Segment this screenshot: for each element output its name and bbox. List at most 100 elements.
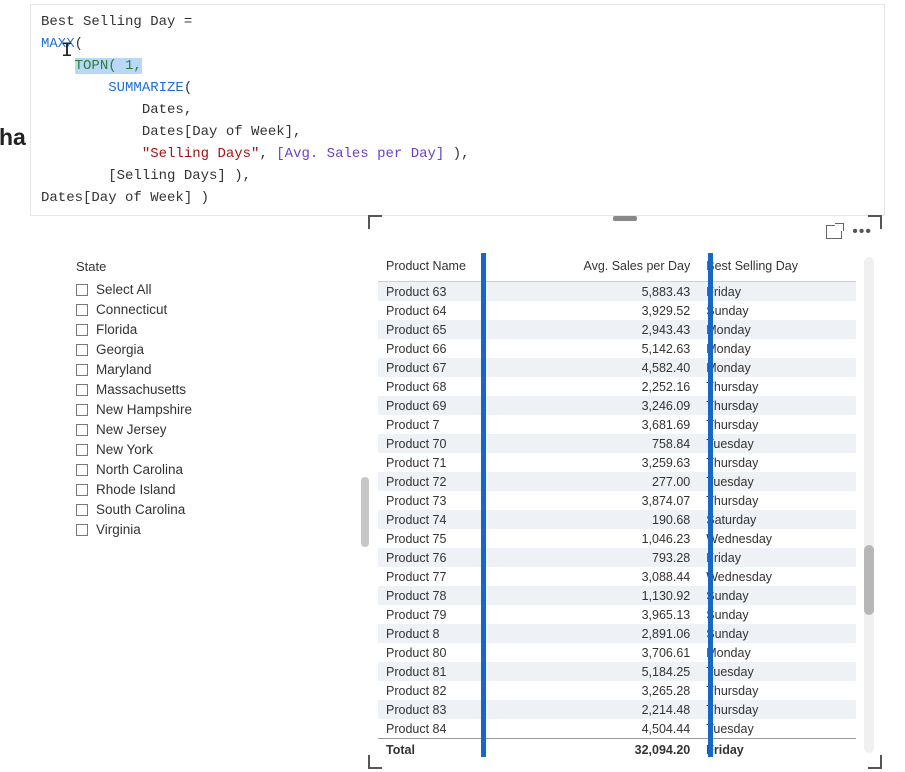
- cell-avg-sales: 4,504.44: [518, 719, 698, 739]
- checkbox-icon[interactable]: [76, 284, 88, 296]
- table-row[interactable]: Product 781,130.92Sunday: [378, 586, 856, 605]
- cell-avg-sales: 277.00: [518, 472, 698, 491]
- total-day: Friday: [698, 739, 856, 758]
- cell-avg-sales: 2,252.16: [518, 377, 698, 396]
- table-row[interactable]: Product 713,259.63Thursday: [378, 453, 856, 472]
- table-row[interactable]: Product 665,142.63Monday: [378, 339, 856, 358]
- cell-avg-sales: 3,681.69: [518, 415, 698, 434]
- table-row[interactable]: Product 693,246.09Thursday: [378, 396, 856, 415]
- slicer-item[interactable]: Maryland: [76, 360, 276, 380]
- dax-summarize: SUMMARIZE: [108, 80, 184, 96]
- slicer-item[interactable]: Virginia: [76, 520, 276, 540]
- table-row[interactable]: Product 823,265.28Thursday: [378, 681, 856, 700]
- cell-product: Product 68: [378, 377, 518, 396]
- slicer-item[interactable]: Georgia: [76, 340, 276, 360]
- table-row[interactable]: Product 652,943.43Monday: [378, 320, 856, 339]
- formula-bar[interactable]: Best Selling Day = MAXX( TOPN( 1, SUMMAR…: [30, 4, 885, 216]
- slicer-item[interactable]: Select All: [76, 280, 276, 300]
- focus-mode-icon[interactable]: [826, 225, 842, 239]
- col-header-best-day[interactable]: Best Selling Day: [698, 253, 856, 282]
- checkbox-icon[interactable]: [76, 524, 88, 536]
- slicer-item-label: Connecticut: [96, 302, 167, 317]
- resize-handle-br[interactable]: [868, 755, 882, 769]
- slicer-item-label: Select All: [96, 282, 152, 297]
- visual-scrollbar-thumb[interactable]: [864, 545, 874, 615]
- slicer-item-label: Rhode Island: [96, 482, 176, 497]
- resize-handle-bl[interactable]: [368, 755, 382, 769]
- cell-avg-sales: 758.84: [518, 434, 698, 453]
- checkbox-icon[interactable]: [76, 344, 88, 356]
- cell-best-day: Thursday: [698, 491, 856, 510]
- checkbox-icon[interactable]: [76, 484, 88, 496]
- col-header-avg-sales[interactable]: Avg. Sales per Day: [518, 253, 698, 282]
- drag-handle[interactable]: [613, 216, 637, 221]
- table-row[interactable]: Product 643,929.52Sunday: [378, 301, 856, 320]
- cell-product: Product 74: [378, 510, 518, 529]
- table-row[interactable]: Product 773,088.44Wednesday: [378, 567, 856, 586]
- slicer-item[interactable]: Connecticut: [76, 300, 276, 320]
- total-value: 32,094.20: [518, 739, 698, 758]
- table-row[interactable]: Product 751,046.23Wednesday: [378, 529, 856, 548]
- cell-best-day: Sunday: [698, 586, 856, 605]
- cell-product: Product 79: [378, 605, 518, 624]
- checkbox-icon[interactable]: [76, 404, 88, 416]
- table-row[interactable]: Product 832,214.48Thursday: [378, 700, 856, 719]
- table-row[interactable]: Product 72277.00Tuesday: [378, 472, 856, 491]
- state-slicer[interactable]: State Select AllConnecticutFloridaGeorgi…: [76, 259, 276, 540]
- checkbox-icon[interactable]: [76, 464, 88, 476]
- table-row[interactable]: Product 844,504.44Tuesday: [378, 719, 856, 739]
- table-row[interactable]: Product 733,874.07Thursday: [378, 491, 856, 510]
- checkbox-icon[interactable]: [76, 324, 88, 336]
- cell-avg-sales: 190.68: [518, 510, 698, 529]
- slicer-item[interactable]: North Carolina: [76, 460, 276, 480]
- table-row[interactable]: Product 815,184.25Tuesday: [378, 662, 856, 681]
- table-visual[interactable]: ••• Product Name Avg. Sales per Day Best…: [370, 217, 880, 767]
- slicer-item[interactable]: Massachusetts: [76, 380, 276, 400]
- checkbox-icon[interactable]: [76, 504, 88, 516]
- checkbox-icon[interactable]: [76, 364, 88, 376]
- cell-best-day: Monday: [698, 320, 856, 339]
- cell-product: Product 76: [378, 548, 518, 567]
- slicer-item[interactable]: New Jersey: [76, 420, 276, 440]
- cell-avg-sales: 2,891.06: [518, 624, 698, 643]
- slicer-item[interactable]: Florida: [76, 320, 276, 340]
- slicer-item[interactable]: New Hampshire: [76, 400, 276, 420]
- table-row[interactable]: Product 635,883.43Friday: [378, 282, 856, 302]
- table-row[interactable]: Product 74190.68Saturday: [378, 510, 856, 529]
- table-row[interactable]: Product 76793.28Friday: [378, 548, 856, 567]
- formula-text: Best Selling Day = MAXX( TOPN( 1, SUMMAR…: [41, 14, 470, 206]
- checkbox-icon[interactable]: [76, 424, 88, 436]
- slicer-item[interactable]: New York: [76, 440, 276, 460]
- data-table[interactable]: Product Name Avg. Sales per Day Best Sel…: [378, 253, 856, 757]
- visual-scrollbar[interactable]: [864, 257, 874, 753]
- table-row[interactable]: Product 793,965.13Sunday: [378, 605, 856, 624]
- table-row[interactable]: Product 674,582.40Monday: [378, 358, 856, 377]
- table-row[interactable]: Product 803,706.61Monday: [378, 643, 856, 662]
- col-header-product[interactable]: Product Name: [378, 253, 518, 282]
- checkbox-icon[interactable]: [76, 444, 88, 456]
- checkbox-icon[interactable]: [76, 384, 88, 396]
- cell-product: Product 81: [378, 662, 518, 681]
- cell-best-day: Tuesday: [698, 472, 856, 491]
- table-row[interactable]: Product 73,681.69Thursday: [378, 415, 856, 434]
- cell-avg-sales: 2,214.48: [518, 700, 698, 719]
- cell-best-day: Sunday: [698, 605, 856, 624]
- cell-avg-sales: 1,130.92: [518, 586, 698, 605]
- cropped-heading: ha: [0, 124, 26, 151]
- slicer-item-label: North Carolina: [96, 462, 183, 477]
- cell-product: Product 69: [378, 396, 518, 415]
- table-row[interactable]: Product 70758.84Tuesday: [378, 434, 856, 453]
- slicer-item-label: South Carolina: [96, 502, 185, 517]
- more-options-icon[interactable]: •••: [852, 225, 872, 239]
- slicer-item[interactable]: Rhode Island: [76, 480, 276, 500]
- page-scrollbar-thumb[interactable]: [361, 477, 369, 547]
- table-row[interactable]: Product 682,252.16Thursday: [378, 377, 856, 396]
- cell-best-day: Thursday: [698, 396, 856, 415]
- checkbox-icon[interactable]: [76, 304, 88, 316]
- cell-best-day: Friday: [698, 548, 856, 567]
- table-row[interactable]: Product 82,891.06Sunday: [378, 624, 856, 643]
- cell-avg-sales: 2,943.43: [518, 320, 698, 339]
- slicer-item[interactable]: South Carolina: [76, 500, 276, 520]
- resize-handle-tl[interactable]: [368, 215, 382, 229]
- cell-avg-sales: 3,706.61: [518, 643, 698, 662]
